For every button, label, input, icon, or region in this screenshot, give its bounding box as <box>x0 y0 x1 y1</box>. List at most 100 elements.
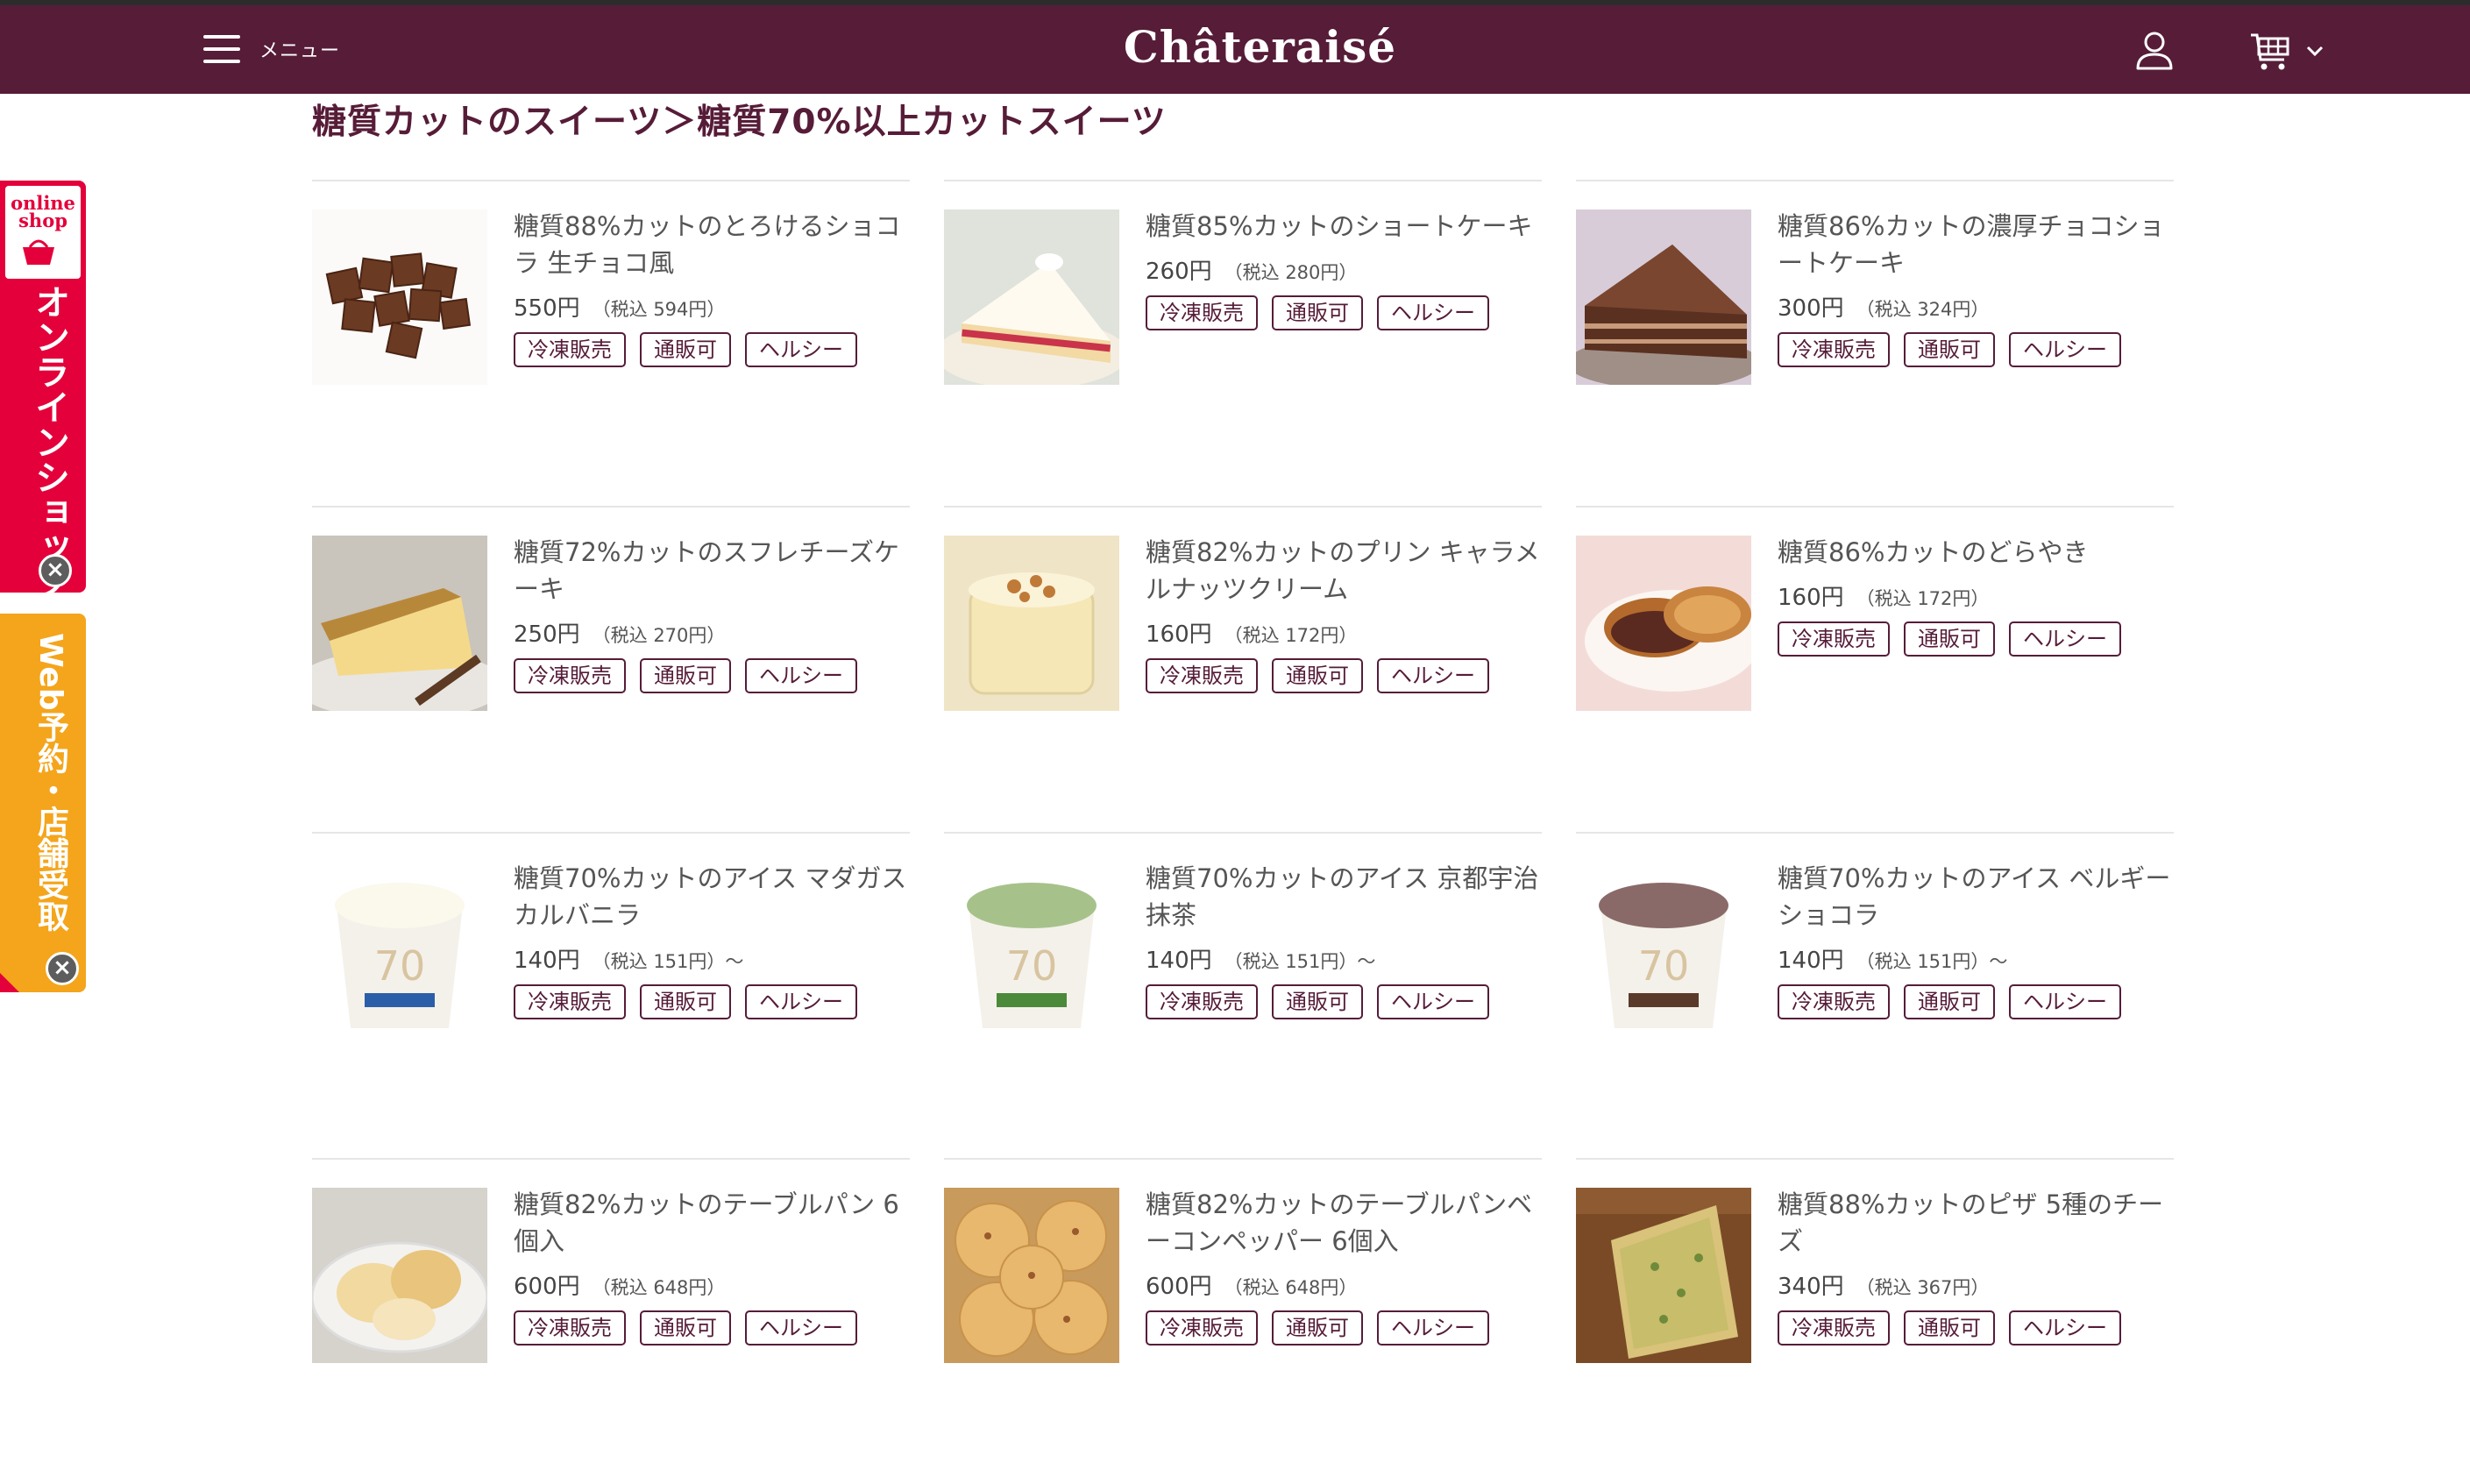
close-icon[interactable]: × <box>39 554 72 587</box>
product-price: 600円 <box>514 1274 580 1300</box>
product-image[interactable]: 70 <box>312 862 487 1037</box>
product-photo: 70 <box>312 862 487 1037</box>
close-icon[interactable]: × <box>46 952 79 985</box>
product-tag: 通販可 <box>1904 984 1995 1019</box>
product-name[interactable]: 糖質86%カットのどらやき <box>1778 534 2174 571</box>
product-photo <box>944 1188 1119 1363</box>
product-name[interactable]: 糖質82%カットのテーブルパンベーコンペッパー 6個入 <box>1146 1186 1542 1260</box>
product-price: 550円 <box>514 295 580 322</box>
product-tag: ヘルシー <box>2009 984 2121 1019</box>
online-shop-tab[interactable]: online shop オンラインショップ × <box>0 181 86 593</box>
product-name[interactable]: 糖質70%カットのアイス 京都宇治抹茶 <box>1146 860 1542 934</box>
product-photo <box>944 209 1119 385</box>
product-price: 140円 <box>514 948 580 974</box>
product-card: 糖質82%カットのテーブルパン 6個入 600円 （税込 648円） 冷凍販売 通販… <box>312 1158 910 1484</box>
product-tags: 冷凍販売 通販可 ヘルシー <box>1778 984 2174 1019</box>
product-name[interactable]: 糖質70%カットのアイス マダガスカルバニラ <box>514 860 910 934</box>
product-price-tax: （税込 151円）～ <box>592 951 744 972</box>
product-price: 260円 <box>1146 259 1212 285</box>
product-tags: 冷凍販売 通販可 ヘルシー <box>1778 332 2174 367</box>
product-tag: 冷凍販売 <box>1146 1310 1258 1346</box>
product-photo <box>1576 209 1751 385</box>
product-price: 140円 <box>1778 948 1844 974</box>
product-price-tax: （税込 151円）～ <box>1856 951 2008 972</box>
product-name[interactable]: 糖質85%カットのショートケーキ <box>1146 208 1542 245</box>
product-tag: 通販可 <box>640 1310 731 1346</box>
product-tag: 冷凍販売 <box>1146 658 1258 693</box>
product-tag: 冷凍販売 <box>514 332 626 367</box>
product-card: 70 糖質70%カットのアイス マダガスカルバニラ 140円 （税込 151円）～… <box>312 832 910 1158</box>
product-image[interactable] <box>312 536 487 711</box>
basket-icon <box>23 239 54 265</box>
product-name[interactable]: 糖質82%カットのプリン キャラメルナッツクリーム <box>1146 534 1542 607</box>
product-price: 340円 <box>1778 1274 1844 1300</box>
product-name[interactable]: 糖質88%カットのピザ 5種のチーズ <box>1778 1186 2174 1260</box>
product-tag: ヘルシー <box>1377 295 1489 330</box>
product-tag: 冷凍販売 <box>1778 984 1890 1019</box>
product-card: 70 糖質70%カットのアイス 京都宇治抹茶 140円 （税込 151円）～ 冷凍… <box>944 832 1542 1158</box>
product-tag: ヘルシー <box>745 1310 857 1346</box>
product-tag: ヘルシー <box>1377 984 1489 1019</box>
product-price-tax: （税込 594円） <box>592 299 726 320</box>
product-tag: 通販可 <box>1904 1310 1995 1346</box>
product-tags: 冷凍販売 通販可 ヘルシー <box>514 984 910 1019</box>
product-image[interactable] <box>312 1188 487 1363</box>
product-tag: 冷凍販売 <box>514 658 626 693</box>
product-image[interactable]: 70 <box>944 862 1119 1037</box>
product-tag: 通販可 <box>640 332 731 367</box>
product-tag: 通販可 <box>1272 658 1363 693</box>
product-tag: ヘルシー <box>2009 332 2121 367</box>
user-account-icon[interactable] <box>2135 32 2174 72</box>
product-image[interactable] <box>944 536 1119 711</box>
product-tags: 冷凍販売 通販可 ヘルシー <box>1146 1310 1542 1346</box>
product-name[interactable]: 糖質72%カットのスフレチーズケーキ <box>514 534 910 607</box>
product-card: 糖質72%カットのスフレチーズケーキ 250円 （税込 270円） 冷凍販売 通販可… <box>312 506 910 832</box>
product-card: 糖質85%カットのショートケーキ 260円 （税込 280円） 冷凍販売 通販可 ヘル… <box>944 180 1542 506</box>
product-image[interactable] <box>1576 536 1751 711</box>
product-name[interactable]: 糖質86%カットの濃厚チョコショートケーキ <box>1778 208 2174 281</box>
svg-text:70: 70 <box>1638 942 1690 990</box>
product-image[interactable] <box>312 209 487 385</box>
product-tag: 冷凍販売 <box>1778 1310 1890 1346</box>
product-tags: 冷凍販売 通販可 ヘルシー <box>514 658 910 693</box>
product-card: 糖質86%カットの濃厚チョコショートケーキ 300円 （税込 324円） 冷凍販売… <box>1576 180 2174 506</box>
menu-label: メニュー <box>259 40 341 62</box>
product-tags: 冷凍販売 通販可 ヘルシー <box>514 1310 910 1346</box>
product-price-tax: （税込 172円） <box>1856 588 1990 609</box>
product-name[interactable]: 糖質88%カットのとろけるショコラ 生チョコ風 <box>514 208 910 281</box>
product-price-tax: （税込 648円） <box>1224 1277 1358 1298</box>
product-photo <box>312 536 487 711</box>
product-price-tax: （税込 648円） <box>592 1277 726 1298</box>
product-tags: 冷凍販売 通販可 ヘルシー <box>514 332 910 367</box>
product-card: 糖質86%カットのどらやき 160円 （税込 172円） 冷凍販売 通販可 ヘルシー <box>1576 506 2174 832</box>
product-image[interactable] <box>1576 1188 1751 1363</box>
product-tag: ヘルシー <box>2009 1310 2121 1346</box>
product-tag: ヘルシー <box>745 332 857 367</box>
product-card: 糖質88%カットのとろけるショコラ 生チョコ風 550円 （税込 594円） 冷凍… <box>312 180 910 506</box>
product-name[interactable]: 糖質70%カットのアイス ベルギーショコラ <box>1778 860 2174 934</box>
product-tag: 通販可 <box>640 658 731 693</box>
chevron-down-icon[interactable] <box>2305 44 2324 58</box>
product-price-tax: （税込 367円） <box>1856 1277 1990 1298</box>
product-image[interactable] <box>944 209 1119 385</box>
product-name[interactable]: 糖質82%カットのテーブルパン 6個入 <box>514 1186 910 1260</box>
web-reservation-tab[interactable]: Web予約・店舗受取 × <box>0 614 86 992</box>
product-price-tax: （税込 172円） <box>1224 625 1358 646</box>
product-photo <box>944 536 1119 711</box>
svg-text:70: 70 <box>1006 942 1058 990</box>
menu-button[interactable]: メニュー <box>203 30 340 68</box>
product-tag: 通販可 <box>1904 621 1995 657</box>
product-tag: ヘルシー <box>2009 621 2121 657</box>
product-price: 140円 <box>1146 948 1212 974</box>
product-tag: 冷凍販売 <box>514 984 626 1019</box>
product-image[interactable]: 70 <box>1576 862 1751 1037</box>
product-tag: 冷凍販売 <box>514 1310 626 1346</box>
product-card: 70 糖質70%カットのアイス ベルギーショコラ 140円 （税込 151円）～ … <box>1576 832 2174 1158</box>
product-image[interactable] <box>1576 209 1751 385</box>
product-image[interactable] <box>944 1188 1119 1363</box>
product-tag: 冷凍販売 <box>1146 295 1258 330</box>
product-tag: 通販可 <box>1272 984 1363 1019</box>
product-price: 250円 <box>514 621 580 648</box>
cart-icon[interactable] <box>2249 32 2291 72</box>
site-logo[interactable]: Châteraisé <box>1052 21 1468 73</box>
